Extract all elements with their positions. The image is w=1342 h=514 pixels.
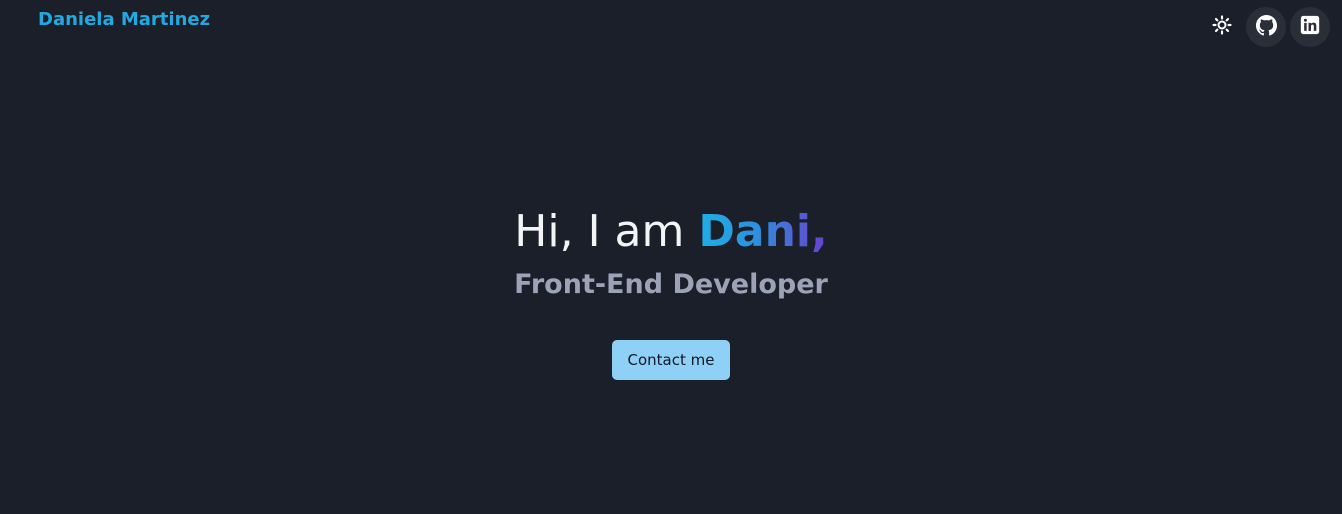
hero-greeting: Hi, I am [514, 206, 699, 257]
hero-title: Hi, I am Dani, [0, 203, 1342, 261]
header-actions [1202, 7, 1330, 47]
contact-button[interactable]: Contact me [611, 340, 731, 380]
linkedin-icon [1300, 15, 1320, 39]
page: Daniela Martinez Hi, I am Dani, Front-En… [0, 0, 1342, 514]
hero-name: Dani, [698, 206, 828, 257]
brand-link[interactable]: Daniela Martinez [38, 9, 210, 30]
linkedin-button[interactable] [1290, 7, 1330, 47]
hero-section: Hi, I am Dani, Front-End Developer Conta… [0, 203, 1342, 380]
github-button[interactable] [1246, 7, 1286, 47]
github-icon [1255, 14, 1277, 40]
hero-subtitle: Front-End Developer [514, 269, 828, 300]
sun-icon [1212, 15, 1232, 39]
theme-toggle-button[interactable] [1202, 7, 1242, 47]
